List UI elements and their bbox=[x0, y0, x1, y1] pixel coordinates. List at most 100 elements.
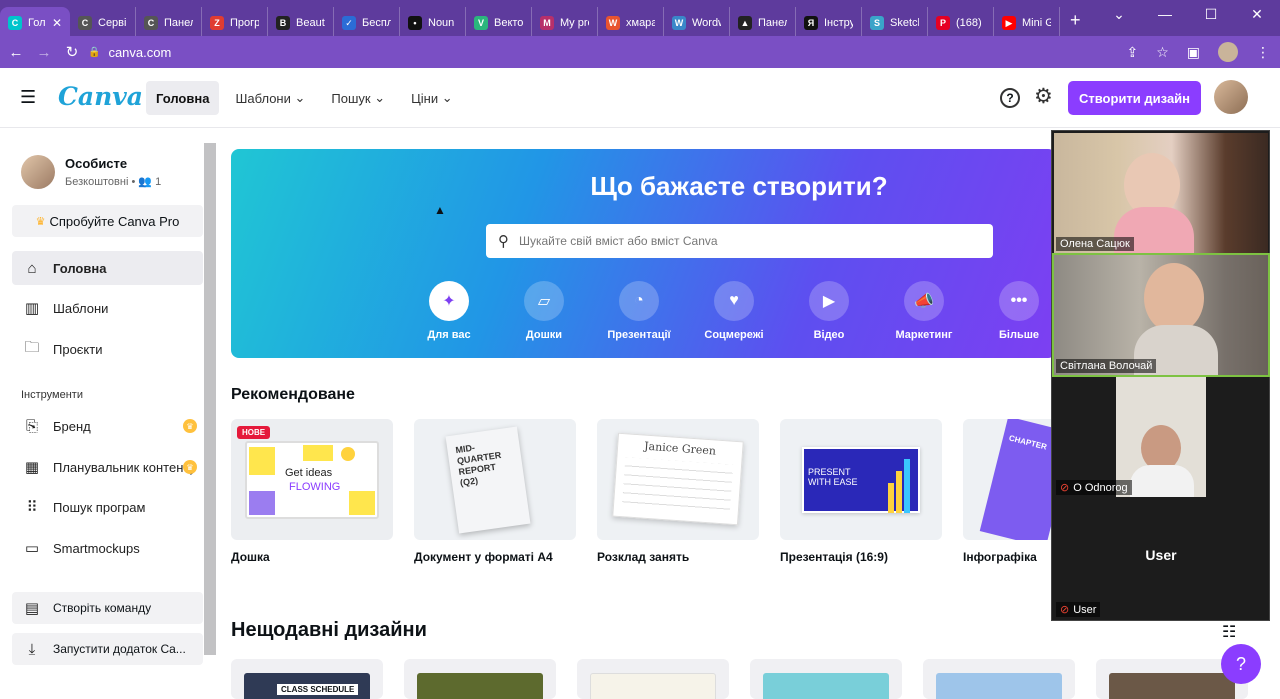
recent-design-card[interactable] bbox=[923, 659, 1075, 699]
new-badge: НОВЕ bbox=[237, 426, 271, 439]
try-pro-button[interactable]: ♛ Спробуйте Canva Pro bbox=[12, 205, 203, 237]
nav-pricing[interactable]: Ціни ⌄ bbox=[401, 81, 462, 115]
recent-design-card[interactable] bbox=[577, 659, 729, 699]
browser-tab[interactable]: W Wordw bbox=[664, 7, 730, 39]
folder-icon: 🗀 bbox=[24, 338, 40, 356]
category-for-you[interactable]: ✦ Для вас bbox=[416, 281, 482, 341]
browser-tab[interactable]: C Сервіс bbox=[70, 7, 136, 39]
sidebar-item-home[interactable]: ⌂ Головна bbox=[12, 251, 203, 285]
recent-designs-list: CLASS SCHEDULE bbox=[231, 659, 1248, 699]
sidebar-item-projects[interactable]: 🗀 Проєкти bbox=[12, 332, 203, 366]
maximize-button[interactable]: ☐ bbox=[1188, 0, 1234, 28]
browser-tab[interactable]: C Панел bbox=[136, 7, 202, 39]
category-whiteboards[interactable]: ▱ Дошки bbox=[511, 281, 577, 341]
sidebar-item-content-planner[interactable]: ▦ Планувальник контенту ♛ bbox=[12, 450, 203, 484]
window-controls: ⌄ — ☐ ✕ bbox=[1096, 0, 1280, 28]
board-thumbnail: Get ideas FLOWING НОВЕ bbox=[231, 419, 393, 540]
template-card-board[interactable]: Get ideas FLOWING НОВЕ Дошка bbox=[231, 419, 393, 564]
user-avatar[interactable] bbox=[1214, 80, 1248, 114]
browser-menu-icon[interactable]: ⋮ bbox=[1256, 44, 1270, 61]
reload-button[interactable]: ↻ bbox=[58, 43, 86, 61]
back-button[interactable]: ← bbox=[2, 44, 30, 61]
tab-title: (168) P bbox=[956, 17, 985, 29]
browser-tab[interactable]: • Noun P bbox=[400, 7, 466, 39]
template-card-presentation[interactable]: PRESENT WITH EASE Презентація (16:9) bbox=[780, 419, 942, 564]
profile-switcher[interactable]: Особисте Безкоштовні • 👥 1 bbox=[21, 155, 161, 189]
participant-tile[interactable]: ⊘ O Odnorog bbox=[1054, 377, 1268, 497]
tab-search-icon[interactable]: ⌄ bbox=[1096, 0, 1142, 28]
sidebar-item-templates[interactable]: ▥ Шаблони bbox=[12, 291, 203, 325]
forward-button[interactable]: → bbox=[30, 44, 58, 61]
tab-favicon-icon: B bbox=[276, 16, 290, 30]
canva-logo[interactable]: Canva bbox=[58, 82, 143, 111]
browser-tab[interactable]: ✓ Беспла bbox=[334, 7, 400, 39]
recent-thumb-text: CLASS SCHEDULE bbox=[277, 684, 359, 695]
mic-muted-icon: ⊘ bbox=[1060, 482, 1070, 494]
nav-search[interactable]: Пошук ⌄ bbox=[321, 81, 395, 115]
list-view-icon[interactable]: ☷ bbox=[1222, 622, 1236, 642]
url-field[interactable]: 🔒 canva.com bbox=[88, 40, 1128, 64]
new-tab-button[interactable]: + bbox=[1070, 10, 1081, 31]
help-button[interactable]: ? bbox=[1221, 644, 1261, 684]
tab-favicon-icon: W bbox=[672, 16, 686, 30]
recent-design-card[interactable]: CLASS SCHEDULE bbox=[231, 659, 383, 699]
category-social[interactable]: ♥ Соцмережі bbox=[701, 281, 767, 341]
profile-name: Особисте bbox=[65, 156, 128, 171]
category-marketing[interactable]: 📣 Маркетинг bbox=[891, 281, 957, 341]
sidebar-item-smartmockups[interactable]: ▭ Smartmockups bbox=[12, 531, 203, 565]
category-more[interactable]: ••• Більше bbox=[986, 281, 1052, 341]
browser-tab[interactable]: Wхмара bbox=[598, 7, 664, 39]
sidebar-scrollbar[interactable] bbox=[204, 143, 216, 655]
sidebar-item-brand[interactable]: ⎘ Бренд ♛ bbox=[12, 409, 203, 443]
template-card-schedule[interactable]: Janice Green Розклад занять bbox=[597, 419, 759, 564]
browser-tab[interactable]: C Голо ✕ bbox=[0, 7, 70, 39]
browser-tab[interactable]: ▲ Панел bbox=[730, 7, 796, 39]
gear-icon[interactable]: ⚙ bbox=[1034, 84, 1053, 109]
browser-tab[interactable]: P (168) P bbox=[928, 7, 994, 39]
browser-profile-avatar[interactable] bbox=[1218, 42, 1238, 62]
design-categories: ✦ Для вас ▱ Дошки ◔ Презентації ♥ Соцмережі … bbox=[416, 281, 1052, 341]
participant-name: Світлана Волочай bbox=[1056, 359, 1157, 373]
nav-home[interactable]: Головна bbox=[146, 81, 220, 115]
nav-templates[interactable]: Шаблони ⌄ bbox=[225, 81, 315, 115]
sidepanel-icon[interactable]: ▣ bbox=[1187, 44, 1200, 61]
participant-tile[interactable]: Олена Сацюк bbox=[1054, 133, 1268, 253]
browser-tab[interactable]: ▶ Mini G bbox=[994, 7, 1060, 39]
url-text: canva.com bbox=[108, 44, 172, 60]
participant-tile-active[interactable]: Світлана Волочай bbox=[1052, 253, 1270, 377]
recommended-list: Get ideas FLOWING НОВЕ Дошка MID-QUARTER… bbox=[231, 419, 1125, 564]
close-window-button[interactable]: ✕ bbox=[1234, 0, 1280, 28]
template-card-a4[interactable]: MID-QUARTER REPORT (Q2) Документ у форма… bbox=[414, 419, 576, 564]
browser-tab[interactable]: S Sketch bbox=[862, 7, 928, 39]
schedule-thumbnail: Janice Green bbox=[597, 419, 759, 540]
sidebar-item-apps[interactable]: ⠿ Пошук програм bbox=[12, 490, 203, 524]
search-input[interactable]: ⚲ Шукайте свій вміст або вміст Canva bbox=[486, 224, 993, 258]
help-icon[interactable]: ? bbox=[1000, 88, 1020, 108]
bookmark-star-icon[interactable]: ☆ bbox=[1156, 44, 1169, 61]
tab-favicon-icon: ▶ bbox=[1002, 16, 1016, 30]
browser-tab[interactable]: M My pre bbox=[532, 7, 598, 39]
chevron-down-icon: ⌄ bbox=[441, 90, 453, 105]
tools-heading: Інструменти bbox=[21, 389, 83, 401]
recent-design-card[interactable] bbox=[404, 659, 556, 699]
create-design-button[interactable]: Створити дизайн bbox=[1068, 81, 1201, 115]
tab-close-icon[interactable]: ✕ bbox=[52, 16, 62, 30]
browser-tab[interactable]: V Вектор bbox=[466, 7, 532, 39]
category-video[interactable]: ▶ Відео bbox=[796, 281, 862, 341]
category-presentations[interactable]: ◔ Презентації bbox=[606, 281, 672, 341]
download-app-button[interactable]: ⤓ Запустити додаток Ca... bbox=[12, 633, 203, 665]
profile-avatar bbox=[21, 155, 55, 189]
tab-favicon-icon: S bbox=[870, 16, 884, 30]
participant-tile[interactable]: User ⊘ User bbox=[1054, 499, 1268, 619]
menu-burger-icon[interactable]: ☰ bbox=[20, 88, 36, 106]
recent-design-card[interactable] bbox=[750, 659, 902, 699]
browser-tab[interactable]: Z Прогр bbox=[202, 7, 268, 39]
browser-tab[interactable]: B Beautif bbox=[268, 7, 334, 39]
share-icon[interactable]: ⇪ bbox=[1126, 44, 1138, 61]
home-icon: ⌂ bbox=[27, 259, 37, 277]
mic-muted-icon: ⊘ bbox=[1060, 604, 1070, 616]
minimize-button[interactable]: — bbox=[1142, 0, 1188, 28]
tab-favicon-icon: C bbox=[8, 16, 22, 30]
create-team-button[interactable]: ▤ Створіть команду bbox=[12, 592, 203, 624]
browser-tab[interactable]: Я Інстру bbox=[796, 7, 862, 39]
